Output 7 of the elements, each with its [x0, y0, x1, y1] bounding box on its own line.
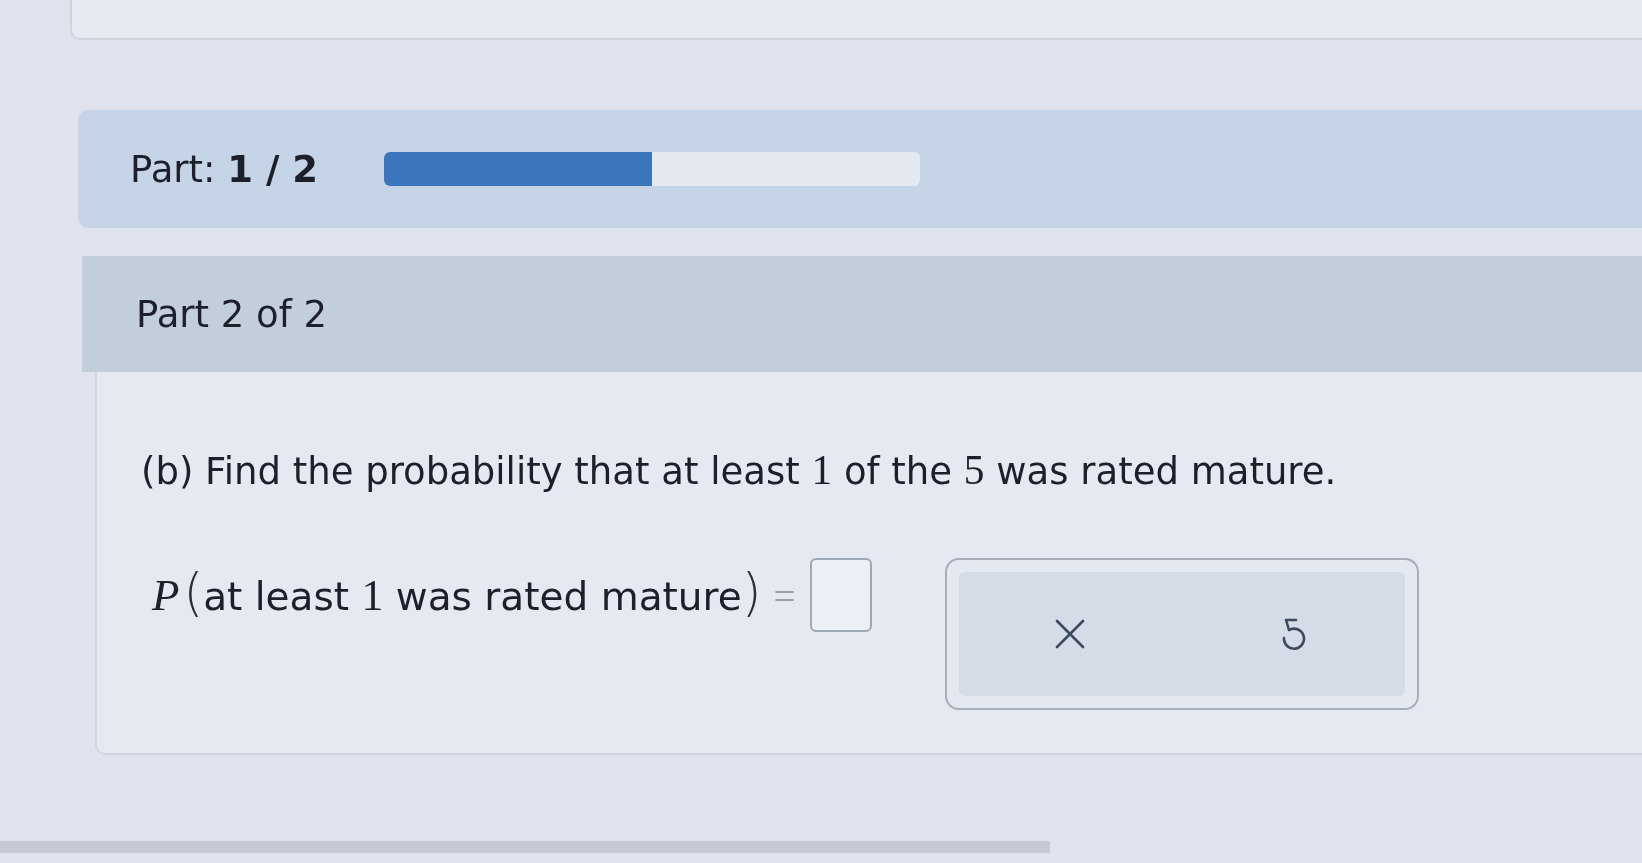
part-title: Part 2 of 2 [136, 292, 328, 336]
part-counter: Part: 1 / 2 [130, 147, 319, 191]
answer-field[interactable] [809, 558, 872, 632]
question-text: (b) Find the probability that at least 1 of the 5 was rated mature. [141, 448, 1337, 494]
close-icon [1055, 619, 1085, 649]
equation-text: P(at least 1 was rated mature) = [152, 568, 796, 622]
undo-icon [1280, 617, 1306, 651]
